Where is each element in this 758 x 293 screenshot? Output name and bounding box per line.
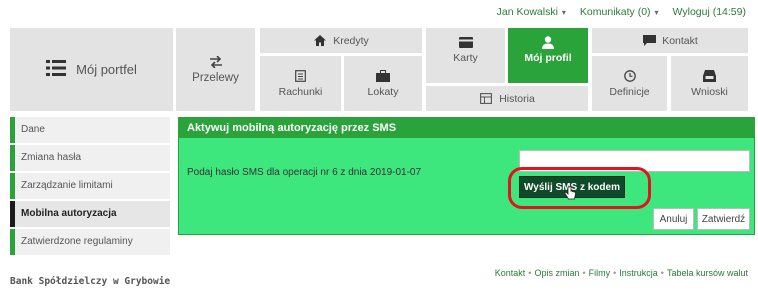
tile-profile-label: Mój profil — [524, 52, 572, 64]
logout-link[interactable]: Wyloguj (14:59) — [673, 6, 746, 18]
tile-portfolio[interactable]: Mój portfel — [10, 28, 173, 111]
bank-name: Bank Spółdzielczy w Grybowie — [10, 276, 171, 287]
tile-history-label: Historia — [499, 92, 535, 105]
tile-definitions[interactable]: Definicje — [592, 56, 667, 111]
profile-sidebar: Dane Zmiana hasła Zarządzanie limitami M… — [10, 117, 170, 257]
list-icon — [46, 59, 67, 77]
separator: • — [528, 268, 532, 278]
tile-history[interactable]: Historia — [426, 86, 588, 111]
tile-applications-label: Wnioski — [691, 85, 728, 98]
sidebar-item-mobile-authorization[interactable]: Mobilna autoryzacja — [10, 201, 170, 227]
tile-portfolio-label: Mój portfel — [76, 62, 137, 77]
footer-link-instructions[interactable]: Instrukcja — [619, 268, 658, 278]
hand-cursor-icon — [564, 185, 576, 200]
tile-transfers[interactable]: Przelewy — [176, 28, 255, 111]
tile-deposits-label: Lokaty — [367, 85, 399, 98]
tile-applications[interactable]: Wnioski — [671, 56, 748, 111]
separator: • — [660, 268, 664, 278]
home-icon — [313, 35, 327, 47]
user-menu[interactable]: Jan Kowalski ▾ — [497, 6, 566, 18]
tile-credits[interactable]: Kredyty — [260, 28, 422, 53]
inbox-icon — [703, 69, 717, 82]
confirm-button[interactable]: Zatwierdź — [697, 208, 750, 230]
sidebar-item-data[interactable]: Dane — [10, 117, 170, 143]
footer-links: Kontakt • Opis zmian • Filmy • Instrukcj… — [495, 268, 748, 278]
sidebar-item-limits[interactable]: Zarządzanie limitami — [10, 173, 170, 199]
chat-icon — [642, 35, 656, 47]
user-icon — [541, 35, 555, 49]
top-bar: Jan Kowalski ▾ Komunikaty (0) ▾ Wyloguj … — [497, 6, 746, 18]
tile-definitions-label: Definicje — [609, 85, 650, 98]
messages-label: Komunikaty (0) — [579, 6, 651, 18]
table-icon — [479, 93, 493, 105]
tile-accounts[interactable]: Rachunki — [260, 56, 341, 111]
footer-link-contact[interactable]: Kontakt — [495, 268, 526, 278]
transfer-icon — [209, 55, 223, 68]
tile-contact-label: Kontakt — [662, 34, 698, 47]
tile-profile[interactable]: Mój profil — [508, 28, 588, 83]
tile-cards-label: Karty — [453, 52, 478, 64]
tile-contact[interactable]: Kontakt — [592, 28, 748, 53]
sidebar-item-regulations[interactable]: Zatwierdzone regulaminy — [10, 229, 170, 255]
tile-cards[interactable]: Karty — [426, 28, 505, 83]
panel-title: Aktywuj mobilną autoryzację przez SMS — [179, 118, 754, 138]
footer-link-changes[interactable]: Opis zmian — [534, 268, 579, 278]
sms-code-input[interactable] — [519, 150, 750, 172]
clock-icon — [623, 69, 637, 82]
briefcase-icon — [376, 69, 390, 82]
document-icon — [294, 69, 308, 82]
tile-transfers-label: Przelewy — [192, 71, 239, 84]
sms-prompt: Podaj hasło SMS dla operacji nr 6 z dnia… — [187, 167, 422, 178]
tile-credits-label: Kredyty — [333, 34, 369, 47]
chevron-down-icon: ▾ — [561, 7, 566, 17]
main-menu: Mój portfel Przelewy Kredyty Rachunki Lo… — [10, 28, 748, 111]
sms-activation-panel: Aktywuj mobilną autoryzację przez SMS Po… — [178, 117, 755, 235]
tile-deposits[interactable]: Lokaty — [344, 56, 422, 111]
logout-label: Wyloguj (14:59) — [672, 6, 746, 18]
sidebar-item-change-password[interactable]: Zmiana hasła — [10, 145, 170, 171]
tile-accounts-label: Rachunki — [278, 85, 323, 98]
messages-menu[interactable]: Komunikaty (0) ▾ — [580, 6, 659, 18]
chevron-down-icon: ▾ — [654, 7, 659, 17]
separator: • — [582, 268, 586, 278]
user-name: Jan Kowalski — [496, 6, 558, 18]
footer-link-videos[interactable]: Filmy — [589, 268, 611, 278]
separator: • — [613, 268, 617, 278]
footer-link-exchange-rates[interactable]: Tabela kursów walut — [667, 268, 748, 278]
cancel-button[interactable]: Anuluj — [653, 208, 694, 230]
card-icon — [458, 36, 473, 48]
